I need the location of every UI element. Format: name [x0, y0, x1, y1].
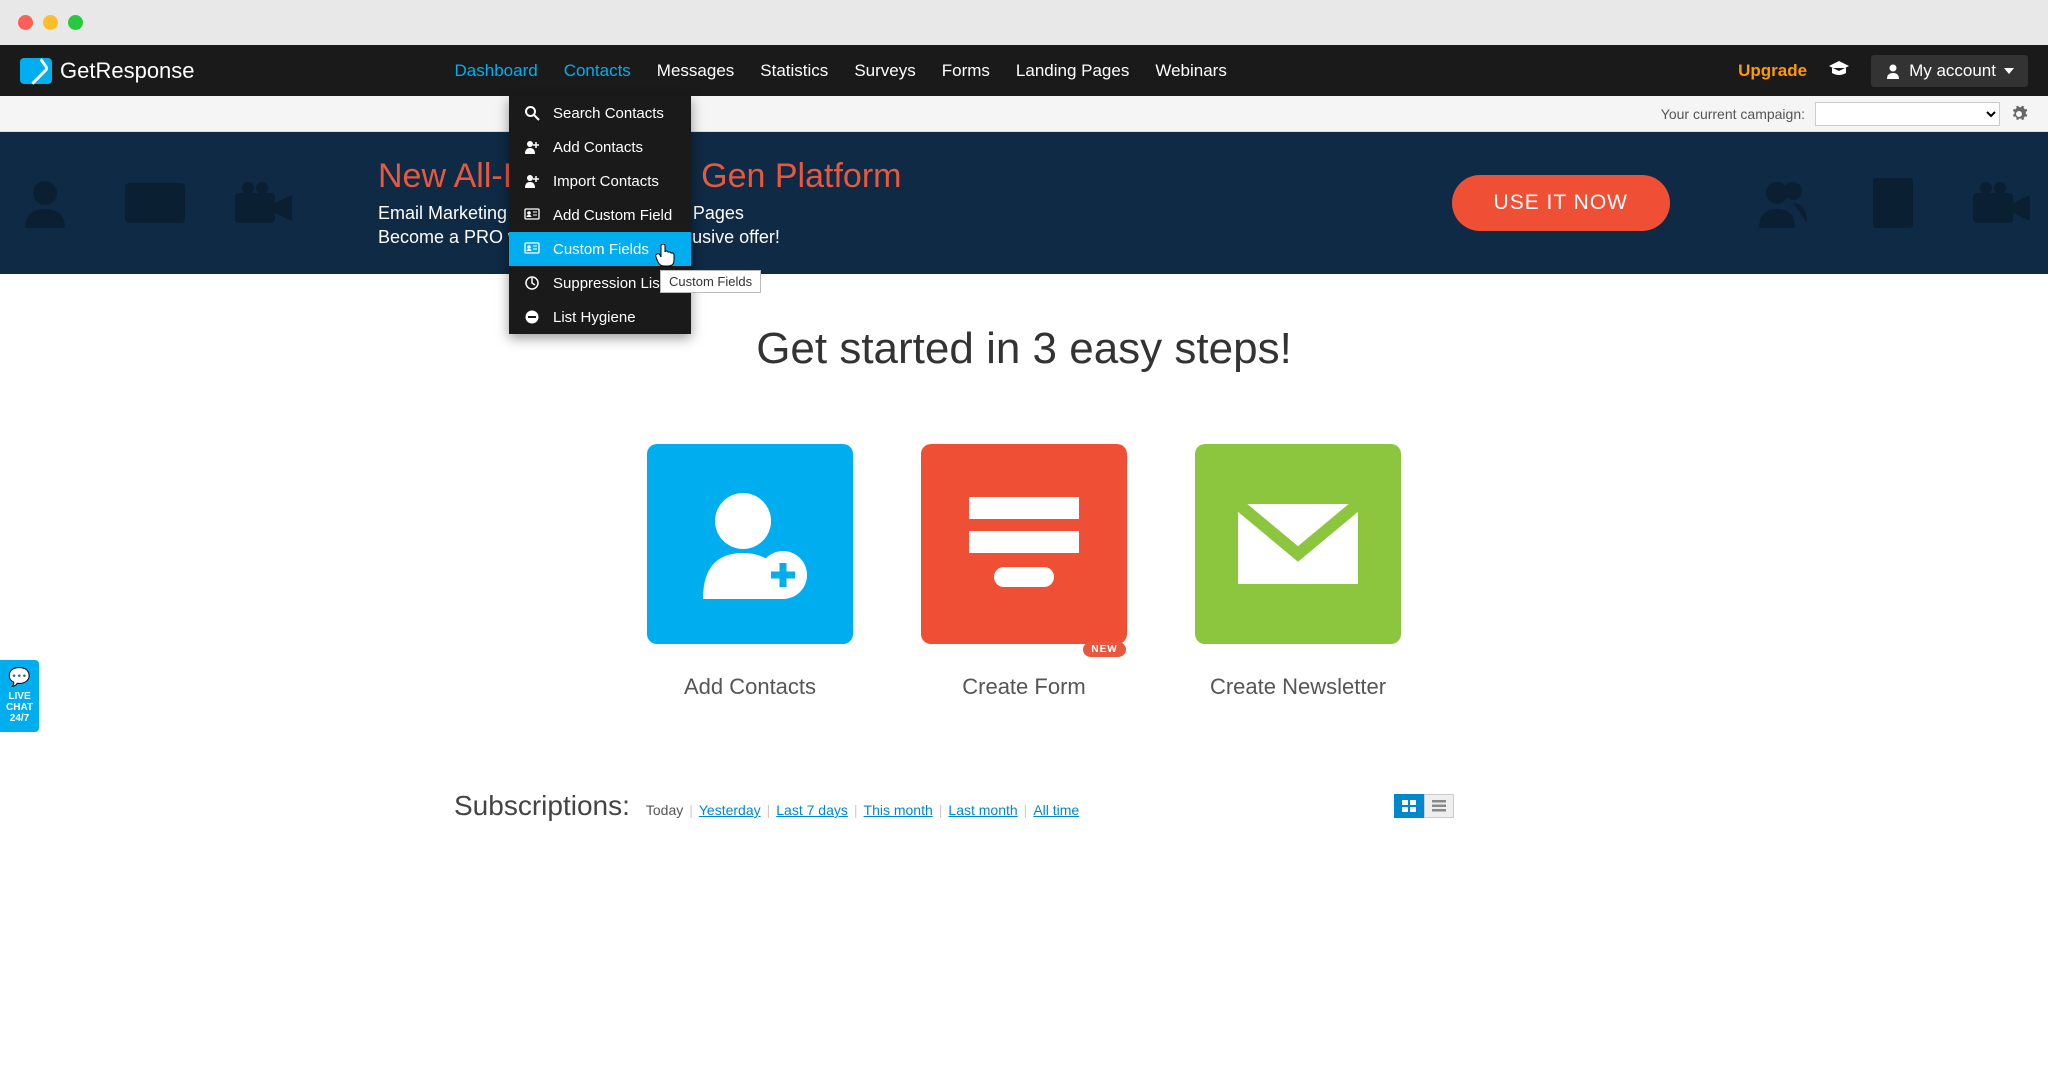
- dropdown-add-custom-field[interactable]: Add Custom Field: [509, 198, 691, 232]
- envelope-outline-icon: [120, 173, 190, 233]
- dropdown-label: Add Contacts: [553, 139, 643, 156]
- step-label-text: Create Form: [962, 674, 1085, 699]
- my-account-label: My account: [1909, 61, 1996, 81]
- step-tile-create-form[interactable]: [921, 444, 1127, 644]
- graduation-icon[interactable]: [1827, 59, 1851, 82]
- id-plus-icon: [523, 206, 541, 224]
- campaign-bar: Your current campaign:: [0, 96, 2048, 132]
- hero-bg-icons-right: [1748, 132, 2038, 274]
- step-label: Create Newsletter: [1210, 674, 1386, 700]
- person-plus-icon: [523, 172, 541, 190]
- subscriptions-title: Subscriptions:: [454, 790, 630, 822]
- envelope-large-icon: [1228, 494, 1368, 594]
- view-toggle: [1394, 794, 1454, 818]
- step-label: Add Contacts: [684, 674, 816, 700]
- subscriptions-left: Subscriptions: Today| Yesterday| Last 7 …: [454, 790, 1079, 822]
- my-account-button[interactable]: My account: [1871, 55, 2028, 87]
- filter-all-time[interactable]: All time: [1033, 802, 1079, 818]
- filter-last-month[interactable]: Last month: [948, 802, 1017, 818]
- dropdown-label: Add Custom Field: [553, 207, 672, 224]
- nav-surveys[interactable]: Surveys: [854, 61, 915, 81]
- filter-yesterday[interactable]: Yesterday: [699, 802, 761, 818]
- dropdown-label: Import Contacts: [553, 173, 659, 190]
- main-content: Get started in 3 easy steps! Add Contact…: [0, 274, 2048, 822]
- nav-contacts[interactable]: Contacts: [564, 61, 631, 81]
- nav-dashboard[interactable]: Dashboard: [455, 61, 538, 81]
- grid-view-button[interactable]: [1394, 794, 1424, 818]
- dropdown-label: Custom Fields: [553, 241, 649, 258]
- list-view-button[interactable]: [1424, 794, 1454, 818]
- people-outline-icon: [1748, 173, 1818, 233]
- grid-icon: [1402, 800, 1416, 812]
- nav-items: Dashboard Contacts Messages Statistics S…: [455, 61, 1227, 81]
- dropdown-import-contacts[interactable]: Import Contacts: [509, 164, 691, 198]
- dropdown-add-contacts[interactable]: Add Contacts: [509, 130, 691, 164]
- campaign-label: Your current campaign:: [1661, 106, 1805, 122]
- top-nav: GetResponse Dashboard Contacts Messages …: [0, 45, 2048, 96]
- logo-icon: [20, 58, 52, 84]
- person-outline-icon: [10, 173, 80, 233]
- form-outline-icon: [1858, 173, 1928, 233]
- minimize-window-icon[interactable]: [43, 15, 58, 30]
- nav-right: Upgrade My account: [1738, 55, 2028, 87]
- dropdown-label: List Hygiene: [553, 309, 636, 326]
- id-card-icon: [523, 240, 541, 258]
- step-label: Create Form NEW: [962, 674, 1085, 700]
- list-icon: [1432, 800, 1446, 812]
- live-chat-tab[interactable]: 💬 LIVE CHAT 24/7: [0, 660, 39, 732]
- nav-statistics[interactable]: Statistics: [760, 61, 828, 81]
- search-icon: [523, 104, 541, 122]
- step-tile-add-contacts[interactable]: [647, 444, 853, 644]
- close-window-icon[interactable]: [18, 15, 33, 30]
- nav-forms[interactable]: Forms: [942, 61, 990, 81]
- person-plus-large-icon: [685, 479, 815, 609]
- main-heading: Get started in 3 easy steps!: [0, 324, 2048, 374]
- contacts-dropdown: Search Contacts Add Contacts Import Cont…: [509, 96, 691, 334]
- dropdown-label: Search Contacts: [553, 105, 664, 122]
- step-create-form: Create Form NEW: [921, 444, 1127, 700]
- dropdown-list-hygiene[interactable]: List Hygiene: [509, 300, 691, 334]
- dropdown-label: Suppression Lists: [553, 275, 671, 292]
- tooltip: Custom Fields: [660, 270, 761, 293]
- step-create-newsletter: Create Newsletter: [1195, 444, 1401, 700]
- circle-minus-icon: [523, 274, 541, 292]
- live-chat-line1: LIVE: [6, 691, 33, 702]
- step-add-contacts: Add Contacts: [647, 444, 853, 700]
- form-large-icon: [959, 489, 1089, 599]
- filter-today[interactable]: Today: [646, 802, 683, 818]
- nav-landing-pages[interactable]: Landing Pages: [1016, 61, 1129, 81]
- maximize-window-icon[interactable]: [68, 15, 83, 30]
- filter-last-7-days[interactable]: Last 7 days: [776, 802, 848, 818]
- mac-titlebar: [0, 0, 2048, 45]
- hero-banner: New All-In-One Lead Gen Platform Email M…: [0, 132, 2048, 274]
- campaign-select[interactable]: [1815, 102, 2000, 126]
- camera-outline-icon: [1968, 173, 2038, 233]
- dropdown-search-contacts[interactable]: Search Contacts: [509, 96, 691, 130]
- new-badge: NEW: [1083, 642, 1125, 657]
- nav-messages[interactable]: Messages: [657, 61, 734, 81]
- brand-logo[interactable]: GetResponse: [20, 58, 195, 84]
- chevron-down-icon: [2004, 68, 2014, 74]
- brand-name: GetResponse: [60, 58, 195, 84]
- live-chat-line3: 24/7: [6, 713, 33, 724]
- subscriptions-filters: Today| Yesterday| Last 7 days| This mont…: [646, 802, 1079, 818]
- use-it-now-button[interactable]: USE IT NOW: [1452, 175, 1670, 231]
- chat-bubble-icon: 💬: [6, 668, 33, 688]
- live-chat-line2: CHAT: [6, 702, 33, 713]
- person-plus-icon: [523, 138, 541, 156]
- camera-outline-icon: [230, 173, 300, 233]
- subscriptions-bar: Subscriptions: Today| Yesterday| Last 7 …: [434, 790, 1614, 822]
- person-icon: [1885, 63, 1901, 79]
- dropdown-custom-fields[interactable]: Custom Fields: [509, 232, 691, 266]
- hero-bg-icons-left: [10, 132, 300, 274]
- minus-circle-icon: [523, 308, 541, 326]
- upgrade-link[interactable]: Upgrade: [1738, 61, 1807, 81]
- nav-webinars[interactable]: Webinars: [1155, 61, 1227, 81]
- filter-this-month[interactable]: This month: [864, 802, 933, 818]
- step-tile-create-newsletter[interactable]: [1195, 444, 1401, 644]
- gear-icon[interactable]: [2010, 105, 2028, 123]
- steps-row: Add Contacts Create Form NEW: [0, 444, 2048, 700]
